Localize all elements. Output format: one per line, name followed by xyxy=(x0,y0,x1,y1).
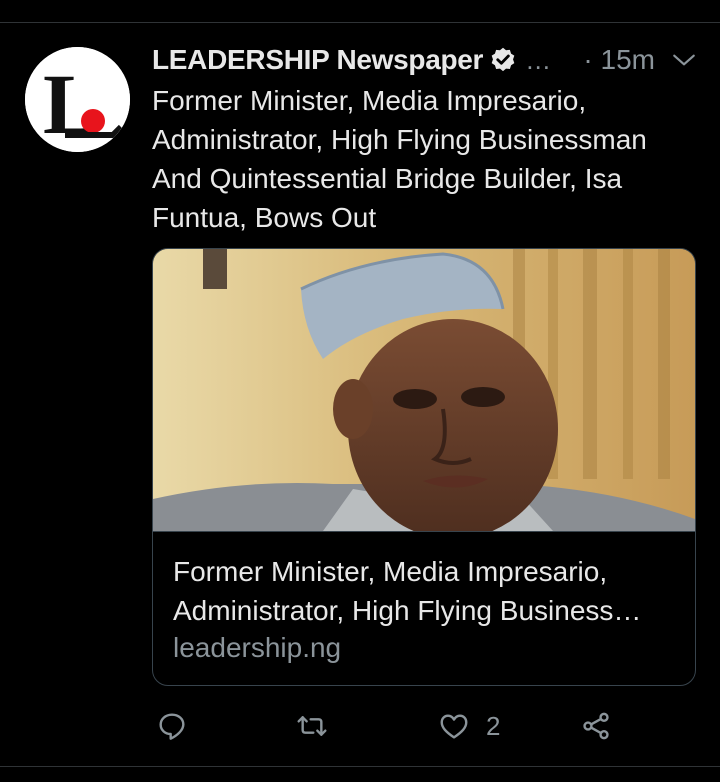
card-title: Former Minister, Media Impresario, Admin… xyxy=(173,556,642,626)
card-domain: leadership.ng xyxy=(173,632,342,663)
card-body: Former Minister, Media Impresario, Admin… xyxy=(153,531,695,685)
reply-icon xyxy=(159,713,185,740)
avatar[interactable]: L xyxy=(25,47,130,152)
link-card[interactable]: Former Minister, Media Impresario, Admin… xyxy=(152,248,696,686)
tweet-header: LEADERSHIP Newspaper … · 15m xyxy=(152,40,697,80)
heart-icon xyxy=(440,714,468,739)
leadership-logo: L xyxy=(25,47,130,152)
card-image xyxy=(153,249,695,539)
retweet-button[interactable] xyxy=(296,706,328,746)
action-bar: 2 xyxy=(156,706,616,746)
share-icon xyxy=(583,712,609,740)
bottom-divider xyxy=(0,766,720,767)
verified-badge-icon xyxy=(489,46,517,74)
display-name[interactable]: LEADERSHIP Newspaper xyxy=(152,44,483,76)
name-truncation: … xyxy=(525,44,552,75)
like-button[interactable]: 2 xyxy=(438,706,500,746)
top-divider xyxy=(0,22,720,23)
like-count: 2 xyxy=(486,710,501,741)
share-button[interactable] xyxy=(580,706,612,746)
timestamp[interactable]: · 15m xyxy=(583,44,655,76)
chevron-down-icon[interactable] xyxy=(671,47,697,73)
reply-button[interactable] xyxy=(156,706,188,746)
retweet-icon xyxy=(297,716,327,736)
tweet-text: Former Minister, Media Impresario, Admin… xyxy=(152,85,647,233)
